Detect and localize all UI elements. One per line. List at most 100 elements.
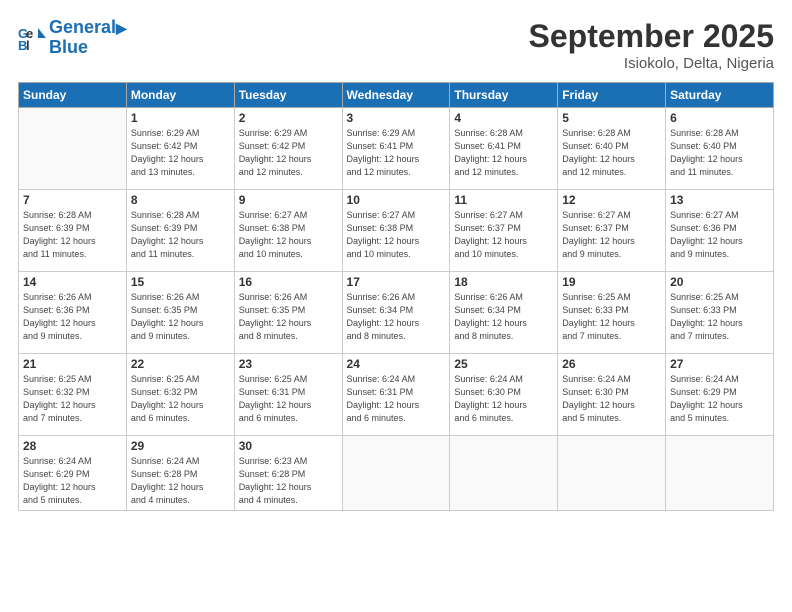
day-number: 13 (670, 193, 769, 207)
calendar-cell: 30Sunrise: 6:23 AM Sunset: 6:28 PM Dayli… (234, 436, 342, 511)
day-header-wednesday: Wednesday (342, 83, 450, 108)
day-number: 10 (347, 193, 446, 207)
calendar-cell: 2 Sunrise: 6:29 AM Sunset: 6:42 PM Daylig… (234, 108, 342, 190)
calendar-cell: 23 Sunrise: 6:25 AM Sunset: 6:31 PM Dayli… (234, 354, 342, 436)
day-number: 5 (562, 111, 661, 125)
day-info: Sunrise: 6:26 AM Sunset: 6:34 PM Dayligh… (454, 291, 553, 343)
day-number: 20 (670, 275, 769, 289)
day-info: Sunrise: 6:27 AM Sunset: 6:38 PM Dayligh… (347, 209, 446, 261)
calendar-cell (666, 436, 774, 511)
day-header-sunday: Sunday (19, 83, 127, 108)
day-header-monday: Monday (126, 83, 234, 108)
day-number: 17 (347, 275, 446, 289)
calendar-cell: 5 Sunrise: 6:28 AM Sunset: 6:40 PM Daylig… (558, 108, 666, 190)
calendar-cell: 28 Sunrise: 6:24 AM Sunset: 6:29 PM Dayli… (19, 436, 127, 511)
day-number: 27 (670, 357, 769, 371)
logo-general: General (49, 17, 116, 37)
day-number: 3 (347, 111, 446, 125)
calendar-cell (558, 436, 666, 511)
calendar-cell: 11 Sunrise: 6:27 AM Sunset: 6:37 PM Dayli… (450, 190, 558, 272)
title-block: September 2025 Isiokolo, Delta, Nigeria (529, 18, 774, 72)
day-info: Sunrise: 6:27 AM Sunset: 6:37 PM Dayligh… (454, 209, 553, 261)
calendar-cell: 26 Sunrise: 6:24 AM Sunset: 6:30 PM Dayli… (558, 354, 666, 436)
day-info: Sunrise: 6:25 AM Sunset: 6:33 PM Dayligh… (670, 291, 769, 343)
month-title: September 2025 (529, 18, 774, 55)
day-number: 28 (23, 439, 122, 453)
day-number: 11 (454, 193, 553, 207)
day-info: Sunrise: 6:27 AM Sunset: 6:36 PM Dayligh… (670, 209, 769, 261)
calendar-cell: 17 Sunrise: 6:26 AM Sunset: 6:34 PM Dayli… (342, 272, 450, 354)
day-info: Sunrise: 6:24 AM Sunset: 6:29 PM Dayligh… (23, 455, 122, 507)
day-info: Sunrise: 6:25 AM Sunset: 6:32 PM Dayligh… (131, 373, 230, 425)
calendar-cell: 8Sunrise: 6:28 AM Sunset: 6:39 PM Daylig… (126, 190, 234, 272)
day-number: 14 (23, 275, 122, 289)
day-info: Sunrise: 6:25 AM Sunset: 6:32 PM Dayligh… (23, 373, 122, 425)
day-number: 8 (131, 193, 230, 207)
day-number: 18 (454, 275, 553, 289)
calendar-cell: 27Sunrise: 6:24 AM Sunset: 6:29 PM Dayli… (666, 354, 774, 436)
day-number: 2 (239, 111, 338, 125)
calendar-cell: 9 Sunrise: 6:27 AM Sunset: 6:38 PM Daylig… (234, 190, 342, 272)
calendar-cell: 10 Sunrise: 6:27 AM Sunset: 6:38 PM Dayli… (342, 190, 450, 272)
day-info: Sunrise: 6:29 AM Sunset: 6:42 PM Dayligh… (131, 127, 230, 179)
day-info: Sunrise: 6:26 AM Sunset: 6:35 PM Dayligh… (131, 291, 230, 343)
day-info: Sunrise: 6:24 AM Sunset: 6:31 PM Dayligh… (347, 373, 446, 425)
day-number: 25 (454, 357, 553, 371)
calendar-cell: 14 Sunrise: 6:26 AM Sunset: 6:36 PM Dayli… (19, 272, 127, 354)
day-info: Sunrise: 6:25 AM Sunset: 6:33 PM Dayligh… (562, 291, 661, 343)
day-number: 22 (131, 357, 230, 371)
calendar-cell: 7 Sunrise: 6:28 AM Sunset: 6:39 PM Daylig… (19, 190, 127, 272)
calendar-cell: 1 Sunrise: 6:29 AM Sunset: 6:42 PM Daylig… (126, 108, 234, 190)
day-header-tuesday: Tuesday (234, 83, 342, 108)
day-info: Sunrise: 6:26 AM Sunset: 6:34 PM Dayligh… (347, 291, 446, 343)
calendar-cell: 12Sunrise: 6:27 AM Sunset: 6:37 PM Dayli… (558, 190, 666, 272)
day-info: Sunrise: 6:28 AM Sunset: 6:40 PM Dayligh… (562, 127, 661, 179)
calendar-cell: 22 Sunrise: 6:25 AM Sunset: 6:32 PM Dayli… (126, 354, 234, 436)
day-info: Sunrise: 6:24 AM Sunset: 6:30 PM Dayligh… (454, 373, 553, 425)
day-info: Sunrise: 6:24 AM Sunset: 6:30 PM Dayligh… (562, 373, 661, 425)
day-number: 1 (131, 111, 230, 125)
day-info: Sunrise: 6:24 AM Sunset: 6:28 PM Dayligh… (131, 455, 230, 507)
day-number: 4 (454, 111, 553, 125)
calendar-cell: 16Sunrise: 6:26 AM Sunset: 6:35 PM Dayli… (234, 272, 342, 354)
day-number: 7 (23, 193, 122, 207)
day-number: 16 (239, 275, 338, 289)
day-info: Sunrise: 6:28 AM Sunset: 6:41 PM Dayligh… (454, 127, 553, 179)
day-info: Sunrise: 6:28 AM Sunset: 6:40 PM Dayligh… (670, 127, 769, 179)
day-number: 26 (562, 357, 661, 371)
day-number: 21 (23, 357, 122, 371)
day-number: 15 (131, 275, 230, 289)
day-header-saturday: Saturday (666, 83, 774, 108)
calendar-header-row: SundayMondayTuesdayWednesdayThursdayFrid… (19, 83, 774, 108)
day-number: 23 (239, 357, 338, 371)
day-number: 19 (562, 275, 661, 289)
calendar-cell: 3 Sunrise: 6:29 AM Sunset: 6:41 PM Daylig… (342, 108, 450, 190)
day-header-friday: Friday (558, 83, 666, 108)
logo-blue: Blue (49, 38, 127, 58)
calendar-cell (342, 436, 450, 511)
calendar-cell (450, 436, 558, 511)
day-number: 29 (131, 439, 230, 453)
day-number: 6 (670, 111, 769, 125)
day-number: 9 (239, 193, 338, 207)
day-info: Sunrise: 6:26 AM Sunset: 6:36 PM Dayligh… (23, 291, 122, 343)
calendar-cell: 4 Sunrise: 6:28 AM Sunset: 6:41 PM Daylig… (450, 108, 558, 190)
calendar-cell: 19 Sunrise: 6:25 AM Sunset: 6:33 PM Dayli… (558, 272, 666, 354)
calendar-cell: 21 Sunrise: 6:25 AM Sunset: 6:32 PM Dayli… (19, 354, 127, 436)
calendar-cell: 13 Sunrise: 6:27 AM Sunset: 6:36 PM Dayli… (666, 190, 774, 272)
day-info: Sunrise: 6:29 AM Sunset: 6:41 PM Dayligh… (347, 127, 446, 179)
day-number: 24 (347, 357, 446, 371)
day-header-thursday: Thursday (450, 83, 558, 108)
day-info: Sunrise: 6:29 AM Sunset: 6:42 PM Dayligh… (239, 127, 338, 179)
location: Isiokolo, Delta, Nigeria (529, 55, 774, 72)
day-info: Sunrise: 6:28 AM Sunset: 6:39 PM Dayligh… (23, 209, 122, 261)
day-info: Sunrise: 6:27 AM Sunset: 6:38 PM Dayligh… (239, 209, 338, 261)
calendar-cell: 20 Sunrise: 6:25 AM Sunset: 6:33 PM Dayli… (666, 272, 774, 354)
day-info: Sunrise: 6:25 AM Sunset: 6:31 PM Dayligh… (239, 373, 338, 425)
calendar-cell: 25 Sunrise: 6:24 AM Sunset: 6:30 PM Dayli… (450, 354, 558, 436)
calendar-cell: 6 Sunrise: 6:28 AM Sunset: 6:40 PM Daylig… (666, 108, 774, 190)
day-number: 30 (239, 439, 338, 453)
calendar-cell: 29 Sunrise: 6:24 AM Sunset: 6:28 PM Dayli… (126, 436, 234, 511)
calendar-cell (19, 108, 127, 190)
day-number: 12 (562, 193, 661, 207)
